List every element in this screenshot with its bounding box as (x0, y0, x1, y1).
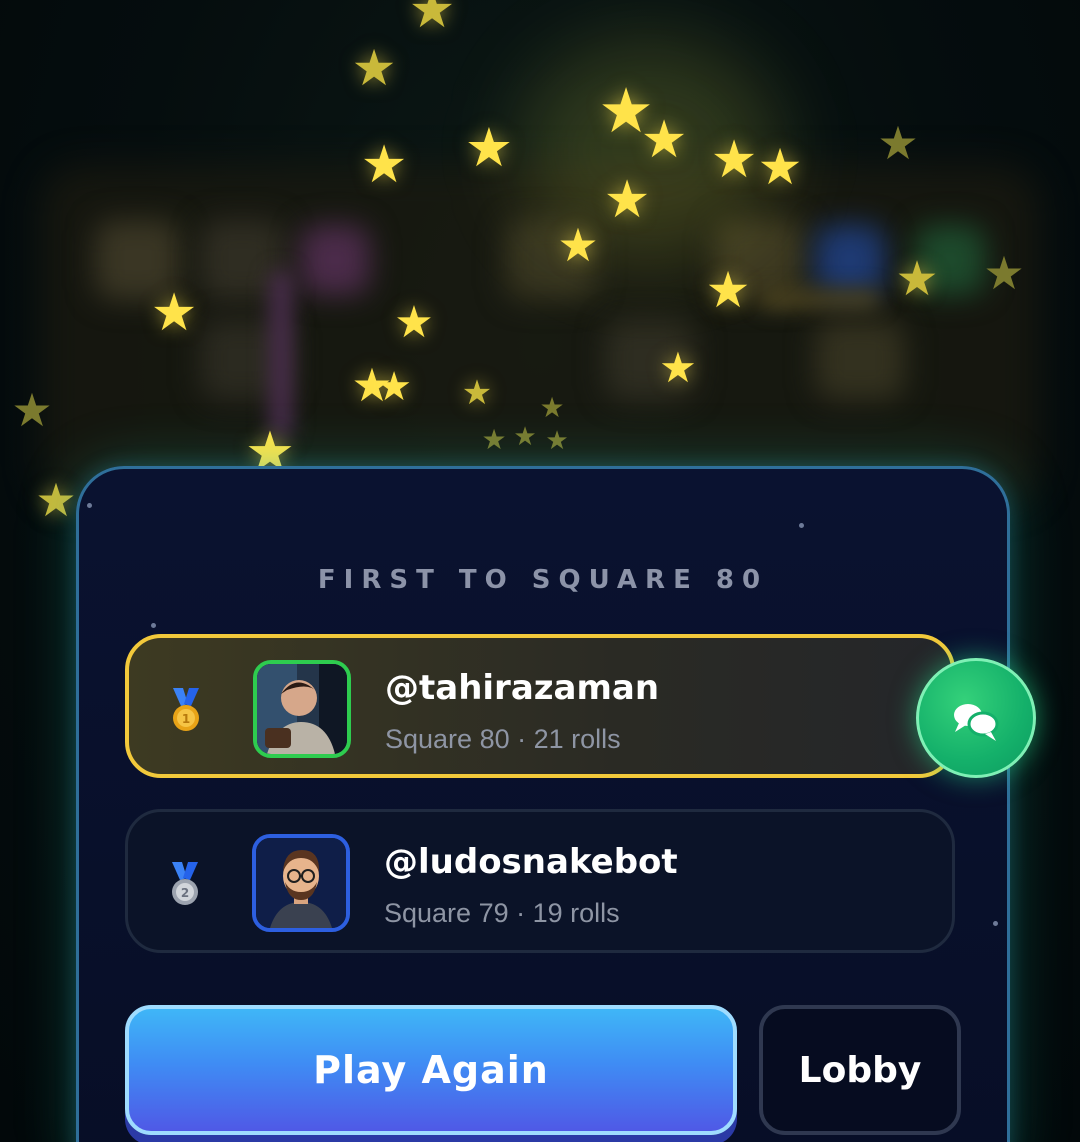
star-icon: ★ (351, 40, 397, 96)
star-glow (520, 40, 780, 260)
player-avatar (253, 660, 351, 758)
player-username: @tahirazaman (385, 668, 660, 708)
player-row-first: 1 @tahirazaman Square 80 · 21 rolls (125, 634, 955, 778)
game-result-screen: ★ ★ ★ ★ ★ ★ ★ ★ ★ ★ ★ ★ ★ ★ ★ ★ ★ ★ ★ ★ … (0, 0, 1080, 1142)
board-tile (815, 320, 905, 400)
board-tile (605, 320, 695, 400)
player-username: @ludosnakebot (384, 842, 678, 882)
star-icon: ★ (877, 117, 919, 169)
sparkle-dot (151, 623, 156, 628)
sparkle-dot (799, 523, 804, 528)
board-tile (300, 225, 370, 295)
board-tile (815, 225, 885, 295)
ladder-path (760, 290, 880, 308)
chat-bubbles-icon (954, 704, 999, 741)
player-avatar (252, 834, 350, 932)
player-stats: Square 80 · 21 rolls (385, 724, 621, 754)
board-tile (915, 225, 985, 295)
lobby-button[interactable]: Lobby (759, 1005, 961, 1135)
snake-path (270, 270, 292, 440)
photo-avatar-icon (257, 664, 347, 754)
board-tile (95, 220, 180, 300)
star-icon: ★ (408, 0, 456, 39)
results-panel: FIRST TO SQUARE 80 1 @tahirazaman Square… (76, 466, 1010, 1142)
result-subtitle: FIRST TO SQUARE 80 (317, 565, 769, 595)
play-again-button[interactable]: Play Again (125, 1005, 737, 1135)
player-stats: Square 79 · 19 rolls (384, 898, 620, 928)
player-row-second: 2 @ludosnakebot Square 79 · 19 rolls (125, 809, 955, 953)
svg-text:1: 1 (182, 712, 190, 726)
svg-text:2: 2 (181, 886, 189, 900)
gold-medal-icon: 1 (173, 688, 199, 731)
sparkle-dot (87, 503, 92, 508)
chat-button[interactable] (916, 658, 1036, 778)
bot-avatar-icon (256, 838, 346, 928)
silver-medal-icon: 2 (172, 862, 198, 905)
sparkle-dot (993, 921, 998, 926)
